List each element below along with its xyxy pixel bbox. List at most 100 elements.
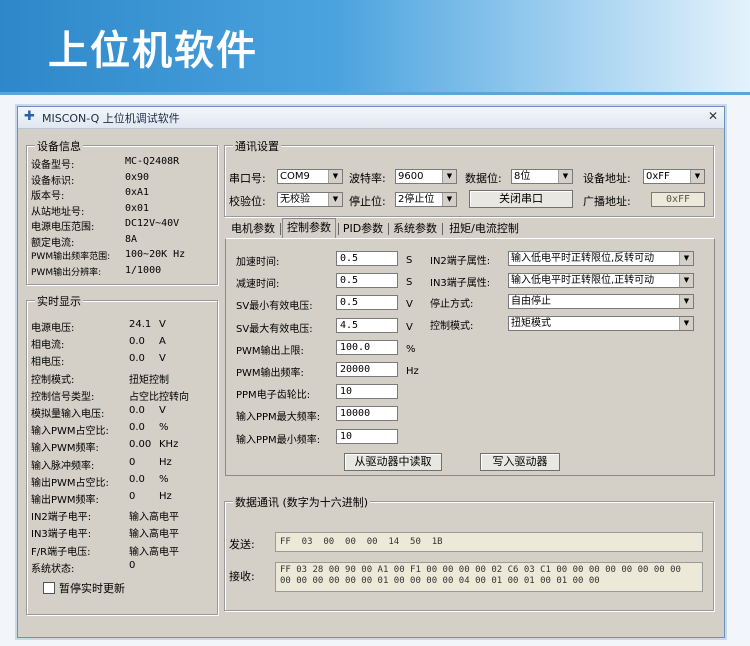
control-option-label: IN2端子属性: <box>430 256 491 267</box>
realtime-label: 系统状态: <box>31 563 75 575</box>
control-param-label: 输入PPM最大频率: <box>236 412 321 424</box>
control-param-label: 减速时间: <box>236 279 280 291</box>
control-option-select[interactable]: 扭矩模式 ▼ <box>508 315 694 331</box>
device-info-label: 从站地址号: <box>31 206 85 218</box>
receive-label: 接收: <box>229 570 255 583</box>
chevron-down-icon: ▼ <box>679 295 693 308</box>
control-param-input[interactable]: 10000 <box>336 406 398 422</box>
device-info-value: 8A <box>125 233 138 245</box>
realtime-unit: % <box>159 422 169 434</box>
device-info-value: MC-Q2408R <box>125 156 180 167</box>
write-to-driver-button[interactable]: 写入驱动器 <box>480 453 560 471</box>
control-param-input[interactable]: 0.5 <box>336 273 398 289</box>
window-title: MISCON-Q 上位机调试软件 <box>42 112 180 125</box>
receive-hex-field[interactable]: FF 03 28 00 90 00 A1 00 F1 00 00 00 00 0… <box>275 562 703 592</box>
data-comm-group: 数据通讯 (数字为十六进制) 发送: FF 03 00 00 00 14 50 … <box>224 494 714 611</box>
device-info-label: 电源电压范围: <box>31 222 95 233</box>
realtime-value: 0 <box>129 559 136 571</box>
realtime-value: 0.00 <box>129 439 152 451</box>
realtime-unit: V <box>159 353 166 365</box>
tab-separator <box>388 223 389 235</box>
chevron-down-icon: ▼ <box>690 170 704 183</box>
control-option-select[interactable]: 输入低电平时正转限位,正转可动 ▼ <box>508 272 694 288</box>
control-param-input[interactable]: 20000 <box>336 362 398 377</box>
realtime-label: IN2端子电平: <box>31 512 92 524</box>
realtime-label: 输出PWM占空比: <box>31 477 109 489</box>
control-param-label: PWM输出上限: <box>236 345 304 357</box>
device-info-label: PWM输出频率范围: <box>31 252 111 262</box>
device-info-label: 设备标识: <box>31 175 75 187</box>
device-info-title: 设备信息 <box>35 138 83 154</box>
chevron-down-icon: ▼ <box>679 273 693 287</box>
device-address-select[interactable]: 0xFF ▼ <box>643 169 705 184</box>
realtime-unit: V <box>159 319 166 330</box>
send-hex-field[interactable]: FF 03 00 00 00 14 50 1B <box>275 532 703 552</box>
realtime-unit: Hz <box>159 491 172 502</box>
app-window: ✚ MISCON-Q 上位机调试软件 ✕ 设备信息 设备型号: MC-Q2408R… <box>17 106 725 638</box>
tab-control-params[interactable]: 控制参数 <box>282 218 336 238</box>
pause-update-checkbox[interactable] <box>43 582 55 594</box>
banner-title: 上位机软件 <box>48 28 258 74</box>
control-param-label: PWM输出频率: <box>236 368 304 379</box>
pause-update-label: 暂停实时更新 <box>59 582 125 595</box>
chevron-down-icon: ▼ <box>442 170 456 183</box>
realtime-unit: KHz <box>159 439 179 451</box>
control-param-input[interactable]: 4.5 <box>336 317 398 333</box>
port-select[interactable]: COM9 ▼ <box>277 169 343 184</box>
control-option-select[interactable]: 自由停止 ▼ <box>508 294 694 309</box>
stopbits-label: 停止位: <box>349 195 386 208</box>
chevron-down-icon: ▼ <box>679 316 693 330</box>
tab-pid-params[interactable]: PID参数 <box>340 220 386 237</box>
realtime-value: 输入高电平 <box>129 512 179 524</box>
baud-select[interactable]: 9600 ▼ <box>395 169 457 184</box>
chevron-down-icon: ▼ <box>558 170 572 183</box>
broadcast-address-label: 广播地址: <box>583 195 631 208</box>
control-param-input[interactable]: 100.0 <box>336 339 398 355</box>
control-param-label: 输入PPM最小频率: <box>236 434 321 446</box>
device-info-label: 设备型号: <box>31 160 75 171</box>
app-icon: ✚ <box>24 109 35 124</box>
title-bar: ✚ MISCON-Q 上位机调试软件 ✕ <box>18 107 724 129</box>
read-from-driver-button[interactable]: 从驱动器中读取 <box>344 453 442 471</box>
device-info-group: 设备信息 设备型号: MC-Q2408R 设备标识: 0x90 版本号: 0xA1 从站地址… <box>26 138 218 285</box>
tab-motor-params[interactable]: 电机参数 <box>228 220 278 237</box>
control-param-input[interactable]: 0.5 <box>336 295 398 311</box>
control-option-label: 控制模式: <box>430 320 474 332</box>
realtime-group: 实时显示 电源电压: 24.1 V 相电流: 0.0 A 相电压: 0.0 V 控制模式: 扭矩控制… <box>26 293 218 615</box>
control-param-unit: S <box>406 255 413 266</box>
realtime-title: 实时显示 <box>35 293 83 309</box>
tab-system-params[interactable]: 系统参数 <box>390 220 440 237</box>
tab-separator <box>280 223 281 235</box>
realtime-unit: V <box>159 405 166 416</box>
control-param-unit: Hz <box>406 366 419 377</box>
device-info-value: 0x01 <box>125 202 150 214</box>
realtime-value: 0.0 <box>129 336 145 348</box>
databits-select[interactable]: 8位 ▼ <box>511 169 573 184</box>
tab-torque-current[interactable]: 扭矩/电流控制 <box>444 220 524 237</box>
comm-settings-group: 通讯设置 串口号: COM9 ▼ 波特率: 9600 ▼ 数据位: 8位 ▼ 设备地址… <box>224 138 714 217</box>
device-info-value: 100~20K Hz <box>125 249 186 260</box>
close-icon[interactable]: ✕ <box>708 109 718 123</box>
data-comm-title: 数据通讯 (数字为十六进制) <box>233 494 371 510</box>
tab-separator <box>338 223 339 235</box>
realtime-value: 0.0 <box>129 473 145 485</box>
control-param-input[interactable]: 0.5 <box>336 251 398 266</box>
parity-label: 校验位: <box>229 195 266 208</box>
realtime-value: 输入高电平 <box>129 546 179 558</box>
tab-separator <box>442 223 443 235</box>
send-label: 发送: <box>229 538 255 551</box>
control-option-select[interactable]: 输入低电平时正转限位,反转可动 ▼ <box>508 251 694 266</box>
stopbits-select[interactable]: 2停止位 ▼ <box>395 192 457 207</box>
control-param-label: SV最大有效电压: <box>236 323 313 335</box>
realtime-label: 输入PWM占空比: <box>31 426 109 438</box>
close-port-button[interactable]: 关闭串口 <box>469 190 573 208</box>
control-param-label: 加速时间: <box>236 257 280 268</box>
realtime-value: 0 <box>129 491 136 502</box>
parity-select[interactable]: 无校验 ▼ <box>277 192 343 207</box>
control-option-value: 输入低电平时正转限位,正转可动 <box>511 274 655 286</box>
control-param-input[interactable]: 10 <box>336 384 398 400</box>
device-info-label: 版本号: <box>31 191 65 202</box>
realtime-label: F/R端子电压: <box>31 546 91 558</box>
realtime-label: 输出PWM频率: <box>31 495 99 506</box>
control-param-input[interactable]: 10 <box>336 428 398 444</box>
